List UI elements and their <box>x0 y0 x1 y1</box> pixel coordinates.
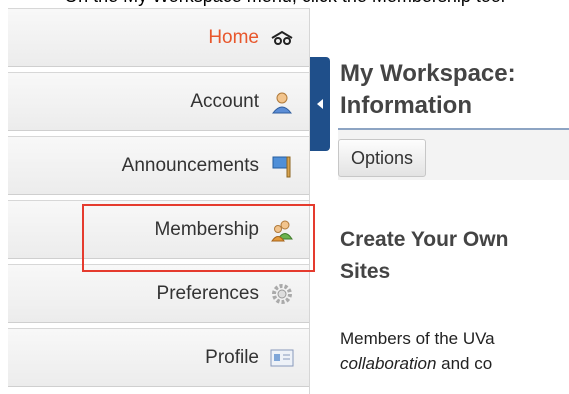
sidebar-item-home[interactable]: Home <box>8 8 309 67</box>
account-person-icon <box>269 89 295 115</box>
body-line1: Members of the UVa <box>340 329 495 348</box>
page-title-line1: My Workspace: <box>340 60 516 87</box>
sidebar-item-announcements[interactable]: Announcements <box>8 136 309 195</box>
body-line2-rest: and co <box>436 354 493 373</box>
sidebar-item-label: Account <box>190 90 259 112</box>
sidebar-item-preferences[interactable]: Preferences <box>8 264 309 323</box>
membership-highlight-box <box>82 204 315 272</box>
tool-menu-sidebar: Home Account Announcements Membership Pr… <box>8 8 315 394</box>
main-content: My Workspace: Information Options Create… <box>330 8 569 394</box>
sidebar-item-label: Announcements <box>121 154 259 176</box>
sidebar-item-profile[interactable]: Profile <box>8 328 309 387</box>
instruction-caption: On the My Workspace menu, click the Memb… <box>0 0 569 8</box>
sidebar-item-label: Preferences <box>156 282 259 304</box>
page-title: My Workspace: Information <box>340 58 569 122</box>
section-heading: Create Your Own Sites <box>340 224 569 288</box>
body-line2: collaboration and co <box>340 351 569 376</box>
profile-card-icon <box>269 345 295 371</box>
options-button[interactable]: Options <box>338 139 427 177</box>
announcements-flag-icon <box>269 153 295 179</box>
sidebar-item-label: Profile <box>205 346 259 368</box>
home-icon <box>269 25 295 51</box>
page-title-line2: Information <box>340 92 472 119</box>
body-paragraph: Members of the UVa collaboration and co <box>340 326 569 376</box>
section-heading-line2: Sites <box>340 260 391 283</box>
sidebar-item-label: Home <box>208 26 259 48</box>
section-heading-line1: Create Your Own <box>340 228 509 251</box>
sidebar-item-account[interactable]: Account <box>8 72 309 131</box>
body-italic-term: collaboration <box>340 354 437 373</box>
preferences-gear-icon <box>269 281 295 307</box>
collapse-arrow-icon <box>317 99 323 109</box>
collapse-sidebar-tab[interactable] <box>310 57 330 151</box>
